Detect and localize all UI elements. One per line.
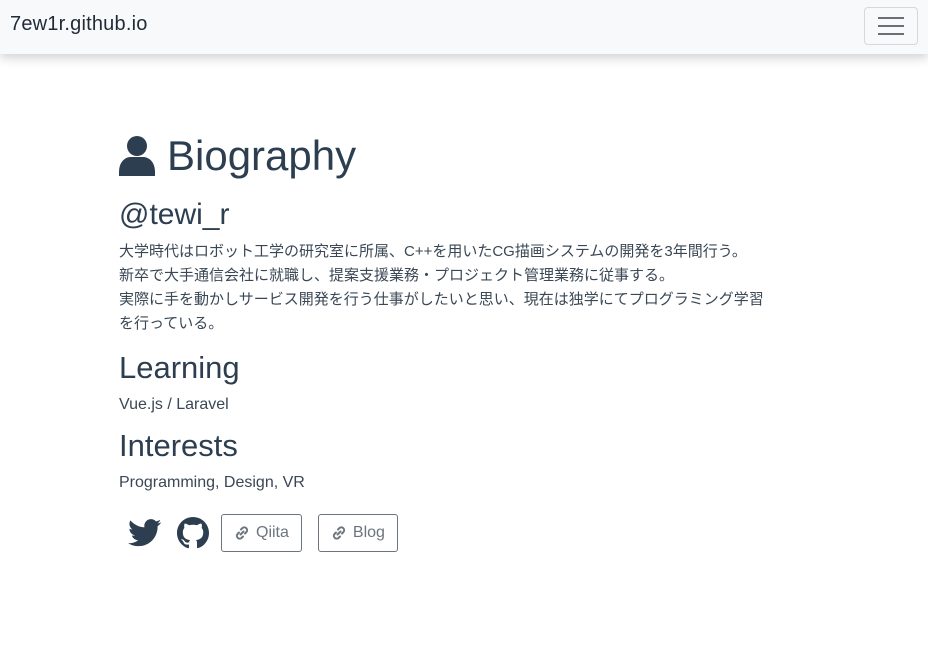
navbar-brand[interactable]: 7ew1r.github.io — [10, 13, 148, 36]
interests-heading: Interests — [119, 428, 238, 463]
twitter-link[interactable] — [125, 514, 165, 552]
navbar-toggler-button[interactable] — [864, 7, 918, 45]
github-link[interactable] — [173, 514, 213, 552]
bio-line: 新卒で大手通信会社に就職し、提案支援業務・プロジェクト管理業務に従事する。 — [119, 267, 675, 284]
link-icon — [235, 526, 249, 540]
social-links: Qiita Blog — [119, 514, 819, 552]
navbar: 7ew1r.github.io — [0, 0, 928, 54]
blog-button-label: Blog — [352, 524, 385, 541]
blog-button[interactable]: Blog — [317, 514, 398, 552]
qiita-button-label: Qiita — [256, 524, 289, 541]
link-icon — [332, 526, 346, 540]
learning-heading: Learning — [119, 350, 240, 385]
hamburger-menu-icon — [878, 17, 904, 19]
page-title: Biography — [119, 128, 819, 184]
qiita-button[interactable]: Qiita — [221, 514, 302, 552]
twitter-icon — [128, 519, 162, 547]
bio-line: 実際に手を動かしサービス開発を行う仕事がしたいと思い、現在は独学にてプログラミン… — [119, 291, 764, 308]
main-content: Biography @tewi_r 大学時代はロボット工学の研究室に所属、C++… — [119, 128, 819, 552]
github-icon — [177, 517, 209, 549]
user-icon — [119, 136, 155, 176]
learning-content: Vue.js / Laravel — [119, 396, 229, 413]
bio-line: 大学時代はロボット工学の研究室に所属、C++を用いたCG描画システムの開発を3年… — [119, 243, 747, 260]
bio-line: を行っている。 — [119, 315, 224, 332]
page-title-text: Biography — [167, 132, 357, 179]
user-handle: @tewi_r — [119, 198, 230, 231]
bio-text: 大学時代はロボット工学の研究室に所属、C++を用いたCG描画システムの開発を3年… — [119, 240, 819, 336]
interests-content: Programming, Design, VR — [119, 474, 305, 491]
